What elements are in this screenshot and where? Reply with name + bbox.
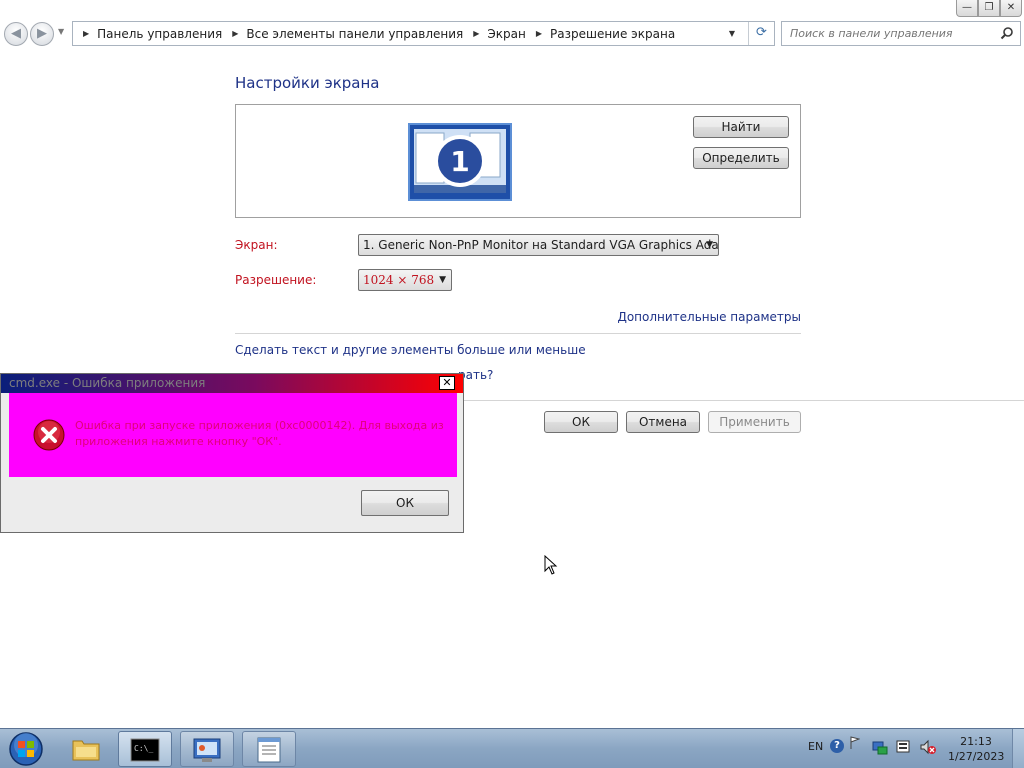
monitor-arrangement-panel: 1 Найти Определить: [235, 104, 801, 218]
breadcrumb-screen-resolution[interactable]: Разрешение экрана: [550, 27, 675, 41]
search-box[interactable]: [781, 21, 1021, 46]
taskbar-notepad-button[interactable]: [242, 731, 296, 767]
breadcrumb-chevron-icon[interactable]: ▶: [83, 29, 89, 38]
start-button[interactable]: [4, 731, 48, 767]
svg-text:C:\_: C:\_: [134, 744, 153, 753]
breadcrumb-all-items[interactable]: Все элементы панели управления: [246, 27, 463, 41]
error-dialog-title: cmd.exe - Ошибка приложения: [9, 376, 206, 390]
identify-button[interactable]: Определить: [693, 147, 789, 169]
command-prompt-icon: C:\_: [130, 738, 160, 762]
taskbar-explorer-button[interactable]: [60, 731, 114, 767]
monitor-1-icon[interactable]: 1: [408, 123, 512, 201]
taskbar-cmd-button[interactable]: C:\_: [118, 731, 172, 767]
monitor-number: 1: [450, 145, 469, 178]
error-ok-button[interactable]: ОК: [361, 490, 449, 516]
clock-date: 1/27/2023: [948, 750, 1005, 763]
clock-time: 21:13: [960, 735, 992, 748]
address-dropdown-icon[interactable]: ▼: [724, 22, 740, 45]
volume-muted-icon[interactable]: [920, 739, 936, 755]
error-dialog-titlebar[interactable]: cmd.exe - Ошибка приложения ✕: [1, 374, 463, 393]
error-dialog: cmd.exe - Ошибка приложения ✕ Ошибка при…: [0, 373, 464, 533]
text-size-link[interactable]: Сделать текст и другие элементы больше и…: [235, 343, 586, 357]
error-icon: [33, 419, 65, 451]
close-icon[interactable]: ✕: [439, 376, 455, 390]
page-title: Настройки экрана: [235, 74, 380, 92]
chevron-down-icon: ▼: [706, 240, 713, 250]
divider: [235, 333, 801, 334]
back-button[interactable]: ◀: [4, 22, 28, 46]
clock[interactable]: 21:13 1/27/2023: [948, 734, 1004, 764]
breadcrumb-chevron-icon[interactable]: ▶: [232, 29, 238, 38]
notepad-icon: [257, 737, 281, 763]
search-icon[interactable]: [1000, 26, 1014, 40]
taskbar: C:\_ EN ? 21:13 1/27/2023: [0, 728, 1024, 768]
control-panel-icon: [193, 738, 221, 762]
apply-button[interactable]: Применить: [708, 411, 801, 433]
caption-buttons: — ❐ ✕: [956, 0, 1022, 17]
chevron-down-icon: ▼: [439, 275, 446, 285]
display-select[interactable]: 1. Generic Non-PnP Monitor на Standard V…: [358, 234, 719, 256]
advanced-settings-link[interactable]: Дополнительные параметры: [617, 310, 801, 324]
refresh-icon[interactable]: ⟳: [748, 22, 774, 45]
recent-pages-chevron-icon[interactable]: ▼: [58, 27, 64, 36]
folder-icon: [72, 740, 100, 761]
error-message-area: Ошибка при запуске приложения (0xc000014…: [9, 393, 457, 477]
breadcrumb-control-panel[interactable]: Панель управления: [97, 27, 222, 41]
maximize-button[interactable]: ❐: [978, 0, 1000, 17]
display-select-value: 1. Generic Non-PnP Monitor на Standard V…: [363, 238, 719, 252]
error-message: Ошибка при запуске приложения (0xc000014…: [75, 419, 444, 448]
help-icon[interactable]: ?: [830, 739, 844, 753]
minimize-button[interactable]: —: [956, 0, 978, 17]
breadcrumb-display[interactable]: Экран: [487, 27, 525, 41]
mouse-cursor-icon: [544, 555, 558, 575]
cancel-button[interactable]: Отмена: [626, 411, 700, 433]
taskbar-control-panel-button[interactable]: [180, 731, 234, 767]
breadcrumb-chevron-icon[interactable]: ▶: [536, 29, 542, 38]
address-bar[interactable]: ▶ Панель управления ▶ Все элементы панел…: [72, 21, 775, 46]
divider: [463, 400, 1024, 401]
breadcrumb-chevron-icon[interactable]: ▶: [473, 29, 479, 38]
display-label: Экран:: [235, 238, 278, 252]
show-desktop-button[interactable]: [1012, 729, 1024, 768]
resolution-label: Разрешение:: [235, 273, 317, 287]
action-center-icon[interactable]: [896, 739, 912, 755]
find-button[interactable]: Найти: [693, 116, 789, 138]
resolution-select[interactable]: 1024 × 768 ▼: [358, 269, 452, 291]
language-indicator[interactable]: EN: [808, 740, 823, 753]
ok-button[interactable]: ОК: [544, 411, 618, 433]
network-icon[interactable]: [872, 739, 888, 755]
forward-button[interactable]: ▶: [30, 22, 54, 46]
window-toolbar: — ❐ ✕ ◀ ▶ ▼ ▶ Панель управления ▶ Все эл…: [0, 0, 1024, 52]
resolution-select-value: 1024 × 768: [363, 273, 435, 287]
tray-expand-icon[interactable]: [850, 736, 860, 750]
close-window-button[interactable]: ✕: [1000, 0, 1022, 17]
search-input[interactable]: [782, 22, 992, 45]
